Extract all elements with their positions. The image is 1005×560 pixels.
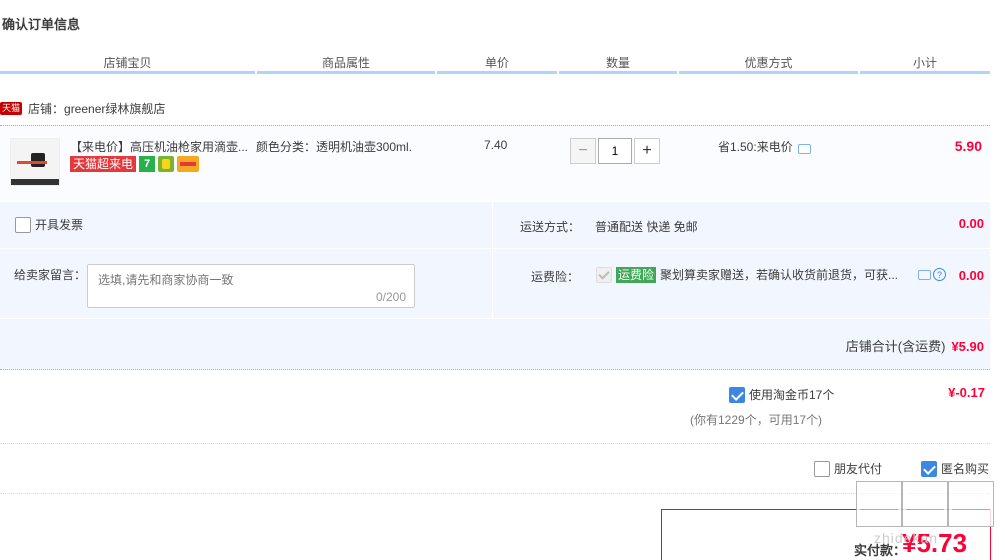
- column-unit-price: 单价: [484, 56, 509, 70]
- column-attributes: 商品属性: [321, 56, 370, 70]
- anonymous-purchase-option[interactable]: 匿名购买: [921, 460, 989, 477]
- invoice-label: 开具发票: [35, 218, 84, 232]
- friend-pay-option[interactable]: 朋友代付: [814, 460, 882, 477]
- taobao-coins-option[interactable]: 使用淘金币17个: [729, 386, 834, 403]
- help-icon[interactable]: ?: [933, 268, 947, 281]
- comment-icon[interactable]: [797, 143, 811, 154]
- coins-balance: (你有1229个，可用17个): [690, 413, 823, 427]
- coins-label: 使用淘金币17个: [749, 388, 835, 402]
- product-title-link[interactable]: 【来电价】高压机油枪家用滴壶...: [70, 138, 250, 155]
- divider: [0, 493, 990, 494]
- item-row: 【来电价】高压机油枪家用滴壶... 天猫超来电 7 颜色分类：透明机油壶300m…: [0, 125, 990, 200]
- shop-name-link[interactable]: 店铺：greener绿林旗舰店: [28, 100, 165, 117]
- coins-checkbox[interactable]: [729, 386, 745, 403]
- insurance-fee: 0.00: [958, 268, 984, 283]
- seller-message-input[interactable]: [88, 265, 414, 307]
- tmall-super-badge: 天猫超来电: [70, 156, 137, 172]
- product-thumbnail[interactable]: [10, 138, 60, 186]
- site-watermark-logo: [856, 481, 997, 527]
- shipping-fee: 0.00: [958, 216, 984, 231]
- page-title: 确认订单信息: [2, 17, 81, 32]
- column-quantity: 数量: [605, 56, 630, 70]
- product-attribute: 颜色分类：透明机油壶300ml.: [256, 140, 413, 154]
- shop-total-label: 店铺合计(含运费): [845, 339, 946, 354]
- product-badges: 天猫超来电 7: [70, 156, 200, 172]
- shop-total: 店铺合计(含运费) ¥5.90: [846, 336, 984, 355]
- column-shop-item: 店铺宝贝: [103, 56, 152, 70]
- message-box: 0/200: [87, 264, 415, 308]
- column-discount: 优惠方式: [744, 56, 793, 70]
- anonymous-label: 匿名购买: [941, 462, 990, 476]
- guarantee-icon: [158, 156, 175, 172]
- insurance-label: 运费险：: [531, 270, 580, 284]
- shipping-method: 普通配送 快递 免邮: [595, 220, 698, 234]
- tmall-icon: 天猫: [0, 102, 23, 115]
- order-options: 开具发票 运送方式： 普通配送 快递 免邮 0.00 给卖家留言： 0/200 …: [0, 202, 990, 370]
- quantity-minus-button[interactable]: −: [570, 138, 596, 164]
- unit-price: 7.40: [484, 138, 508, 152]
- invoice-checkbox[interactable]: [15, 216, 31, 233]
- message-char-count: 0/200: [375, 290, 406, 304]
- discount-text: 省1.50:来电价: [718, 140, 793, 154]
- insurance-description: 聚划算卖家赠送，若确认收货前退货，可获...: [660, 268, 899, 282]
- quantity-plus-button[interactable]: +: [634, 138, 660, 164]
- divider: [0, 443, 990, 444]
- coins-discount: ¥-0.17: [948, 385, 985, 400]
- credit-card-icon: [177, 156, 200, 172]
- friend-pay-checkbox[interactable]: [814, 460, 830, 477]
- invoice-option[interactable]: 开具发票: [15, 216, 83, 233]
- quantity-input[interactable]: [598, 138, 632, 164]
- anonymous-checkbox[interactable]: [921, 460, 937, 477]
- watermark-text: zhidekan: [874, 530, 939, 546]
- item-subtotal: 5.90: [954, 138, 982, 154]
- insurance-tag: 运费险: [616, 266, 657, 283]
- column-header: 店铺宝贝 商品属性 单价 数量 优惠方式 小计: [0, 54, 990, 74]
- discount-info: 省1.50:来电价: [718, 138, 811, 155]
- comment-icon[interactable]: [918, 269, 932, 280]
- friend-pay-label: 朋友代付: [834, 462, 883, 476]
- shipping-label: 运送方式：: [520, 220, 581, 234]
- quantity-stepper: − +: [570, 138, 660, 164]
- insurance-checkbox: [596, 266, 612, 283]
- insurance-option: 运费险 聚划算卖家赠送，若确认收货前退货，可获... ?: [596, 266, 947, 283]
- shop-total-amount: ¥5.90: [951, 339, 984, 354]
- shop-line: 天猫 店铺：greener绿林旗舰店: [0, 100, 165, 117]
- column-subtotal: 小计: [912, 56, 937, 70]
- message-label: 给卖家留言：: [14, 268, 87, 282]
- seven-day-return-icon: 7: [139, 156, 156, 172]
